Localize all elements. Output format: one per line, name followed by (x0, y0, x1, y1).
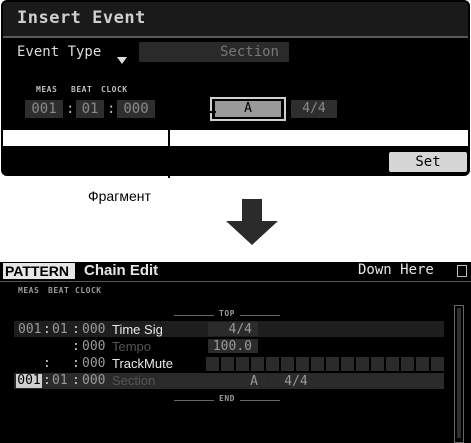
separator: : (66, 101, 75, 117)
clock-field[interactable]: 000 (117, 100, 155, 118)
row-clock: 000 (82, 373, 106, 388)
end-line-left (174, 400, 214, 401)
row-clock: 000 (82, 339, 106, 354)
row-event: Tempo (112, 339, 152, 354)
callout-line-vertical (168, 112, 170, 178)
separator: : (72, 373, 80, 388)
page-title: Chain Edit (84, 262, 159, 279)
row-value2[interactable]: 4/4 (270, 374, 322, 389)
beat-field[interactable]: 01 (76, 100, 104, 118)
arrow-down-icon (226, 199, 278, 245)
header-divider (0, 281, 471, 282)
row-event: Section (112, 373, 156, 388)
event-type-field[interactable]: Section (139, 42, 289, 62)
clock-header: CLOCK (101, 85, 128, 94)
row-event: Time Sig (112, 322, 163, 337)
row-value[interactable]: 4/4 (208, 322, 258, 337)
event-type-dropdown[interactable] (117, 49, 127, 68)
divider-strip (3, 130, 468, 146)
meas-header: MEAS (36, 85, 58, 94)
top-marker: TOP (219, 309, 235, 318)
meas-header: MEAS (18, 286, 40, 295)
separator: : (72, 322, 80, 337)
row-value[interactable]: A (208, 374, 266, 389)
row-meas[interactable]: 001 (16, 374, 42, 388)
meas-field[interactable]: 001 (25, 100, 63, 118)
row-clock: 000 (82, 356, 106, 371)
row-meas: 001 (18, 322, 42, 337)
row-value[interactable]: 100.0 (208, 339, 258, 354)
end-marker: END (219, 394, 235, 403)
track-mute-grid[interactable] (206, 356, 446, 371)
panel-title: Insert Event (17, 8, 146, 28)
event-type-label: Event Type (17, 44, 102, 60)
set-button[interactable]: Set (389, 152, 467, 172)
top-line-right (240, 315, 280, 316)
chevron-down-icon (117, 57, 127, 64)
separator: : (72, 339, 80, 354)
section-value-field[interactable]: A (215, 101, 281, 117)
separator: : (43, 373, 51, 388)
pattern-tab[interactable]: PATTERN (3, 263, 75, 279)
status-text: Down Here (358, 262, 434, 278)
separator: : (107, 101, 116, 117)
scrollbar-thumb[interactable] (457, 308, 461, 438)
time-sig-field[interactable]: 4/4 (291, 100, 337, 118)
end-line-right (240, 400, 280, 401)
top-line-left (174, 315, 214, 316)
beat-header: BEAT (71, 85, 93, 94)
page-icon (457, 265, 467, 277)
separator: : (72, 356, 80, 371)
row-event: TrackMute (112, 356, 173, 371)
clock-header: CLOCK (75, 286, 102, 295)
insert-event-panel: Insert Event Event Type Section MEAS BEA… (1, 0, 470, 176)
separator: : (43, 356, 51, 371)
row-beat: 01 (52, 373, 68, 388)
caption-label: Фрагмент (88, 188, 151, 204)
callout-line-horizontal (168, 111, 216, 113)
separator: : (43, 322, 51, 337)
row-beat: 01 (52, 322, 68, 337)
row-clock: 000 (82, 322, 106, 337)
beat-header: BEAT (48, 286, 70, 295)
